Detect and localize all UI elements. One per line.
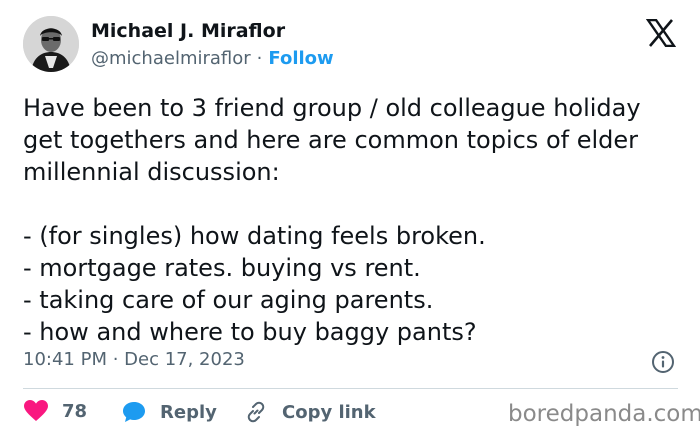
info-icon[interactable] [651,350,675,374]
avatar[interactable] [23,16,79,72]
like-button[interactable]: 78 [24,400,87,422]
link-icon [247,401,265,423]
tweet-timestamp[interactable]: 10:41 PM · Dec 17, 2023 [23,349,245,370]
tweet-text: Have been to 3 friend group / old collea… [23,94,641,346]
copy-link-label: Copy link [282,401,376,423]
heart-icon [24,400,48,421]
like-count: 78 [62,400,88,422]
author-name[interactable]: Michael J. Miraflor [91,20,285,42]
divider [23,388,678,389]
author-handle[interactable]: @michaelmiraflor [91,48,251,69]
x-logo-icon[interactable] [646,19,676,47]
separator-dot: · [256,48,263,69]
copy-link-button[interactable]: Copy link [244,400,376,424]
author-handle-row: @michaelmiraflor · Follow [91,48,334,69]
speech-bubble-icon [123,402,145,422]
watermark: boredpanda.com [508,401,700,427]
follow-button[interactable]: Follow [268,48,333,69]
reply-label: Reply [160,401,217,423]
avatar-photo [23,16,79,72]
reply-button[interactable]: Reply [122,400,217,424]
